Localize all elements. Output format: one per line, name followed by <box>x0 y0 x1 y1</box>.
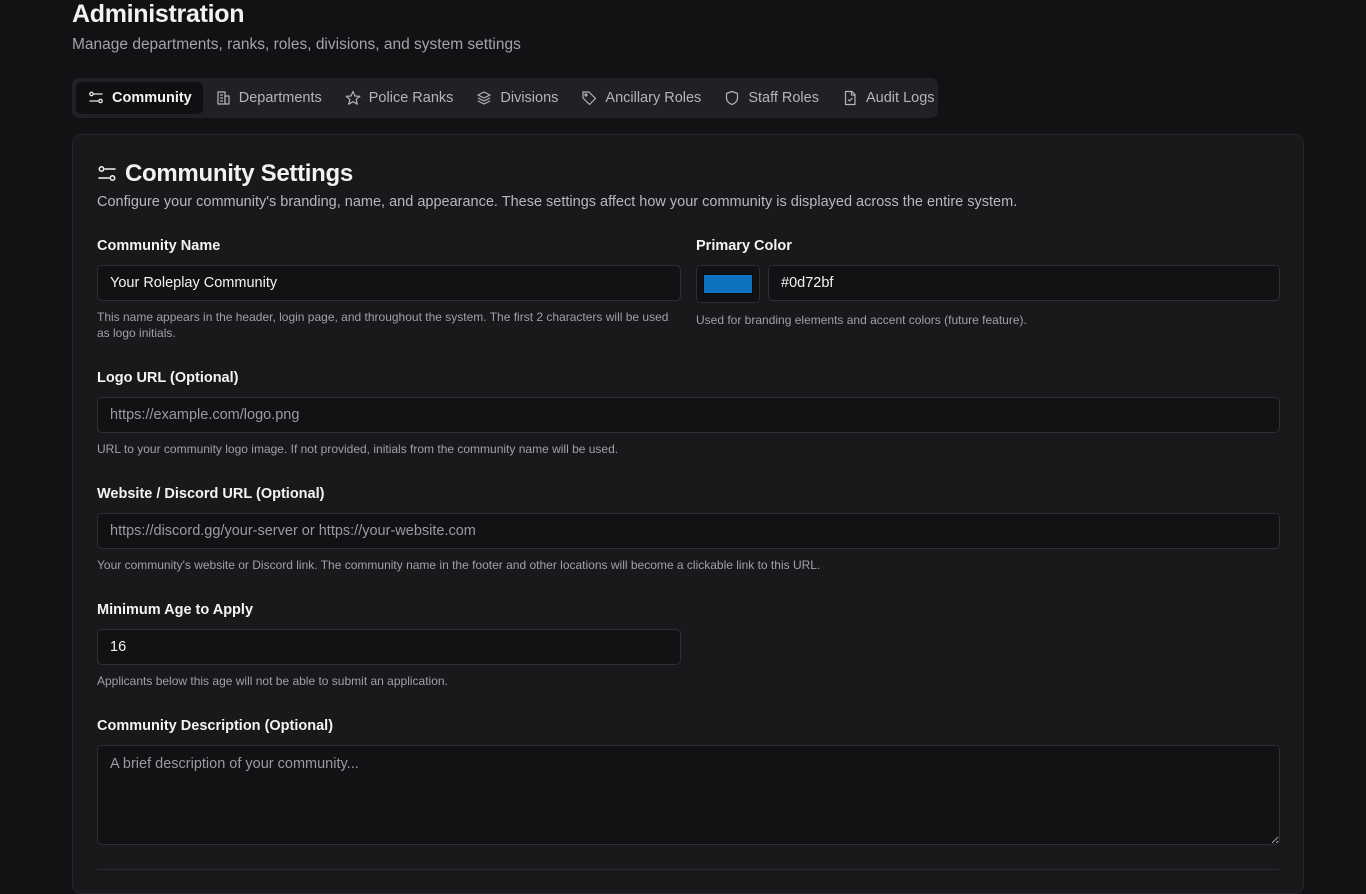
tab-label: Audit Logs <box>865 90 935 106</box>
tab-community[interactable]: Community <box>76 82 203 114</box>
star-icon <box>345 90 361 105</box>
website-url-group: Website / Discord URL (Optional) Your co… <box>97 486 1280 573</box>
card-header: Community Settings <box>97 160 1279 188</box>
community-name-help: This name appears in the header, login p… <box>97 310 669 340</box>
primary-color-help: Used for branding elements and accent co… <box>696 313 1027 327</box>
card-description: Configure your community's branding, nam… <box>97 194 1018 210</box>
page-subtitle: Manage departments, ranks, roles, divisi… <box>72 36 521 53</box>
description-group: Community Description (Optional) <box>97 718 1280 845</box>
website-url-label: Website / Discord URL (Optional) <box>97 486 325 502</box>
website-url-input[interactable] <box>97 513 1280 549</box>
shield-icon <box>726 90 739 106</box>
color-picker[interactable] <box>696 265 760 303</box>
logo-url-input[interactable] <box>97 397 1280 433</box>
min-age-label: Minimum Age to Apply <box>97 602 254 618</box>
tab-divisions[interactable]: Divisions <box>464 82 569 114</box>
section-divider <box>97 869 1279 870</box>
community-name-label: Community Name <box>97 238 221 254</box>
logo-url-group: Logo URL (Optional) URL to your communit… <box>97 370 1280 457</box>
color-swatch-chip <box>703 274 753 294</box>
tab-label: Ancillary Roles <box>605 90 702 106</box>
tab-ancillary-roles[interactable]: Ancillary Roles <box>569 82 712 114</box>
logo-url-help: URL to your community logo image. If not… <box>97 442 619 456</box>
website-url-help: Your community's website or Discord link… <box>97 558 821 572</box>
sliders-icon <box>98 166 116 181</box>
page-title: Administration <box>72 0 245 28</box>
layers-icon <box>477 91 491 105</box>
tab-label: Police Ranks <box>368 90 454 106</box>
primary-color-input[interactable] <box>768 265 1280 301</box>
min-age-input[interactable] <box>97 629 681 665</box>
community-name-input[interactable] <box>97 265 681 301</box>
tab-police-ranks[interactable]: Police Ranks <box>333 82 465 114</box>
card-title: Community Settings <box>125 160 353 187</box>
description-textarea[interactable] <box>97 745 1280 845</box>
primary-color-group: Primary Color Used for branding elements… <box>696 238 1280 328</box>
admin-page: Administration Manage departments, ranks… <box>72 0 1304 894</box>
logo-url-label: Logo URL (Optional) <box>97 370 239 386</box>
sliders-icon <box>89 91 103 104</box>
tag-icon <box>582 91 597 106</box>
tab-departments[interactable]: Departments <box>203 82 333 114</box>
primary-color-label: Primary Color <box>696 238 792 254</box>
tab-audit-logs[interactable]: Audit Logs <box>830 82 946 114</box>
min-age-group: Minimum Age to Apply Applicants below th… <box>97 602 681 689</box>
tab-label: Departments <box>238 90 322 106</box>
file-check-icon <box>844 90 856 106</box>
description-label: Community Description (Optional) <box>97 718 334 734</box>
community-settings-card: Community Settings Configure your commun… <box>72 134 1304 894</box>
tab-label: Staff Roles <box>748 90 819 106</box>
community-name-group: Community Name This name appears in the … <box>97 238 681 341</box>
admin-tabs: Community Departments Police Ranks Divis… <box>72 78 938 118</box>
min-age-help: Applicants below this age will not be ab… <box>97 674 448 688</box>
building-icon <box>217 91 230 105</box>
tab-staff-roles[interactable]: Staff Roles <box>712 82 830 114</box>
tab-label: Community <box>112 90 192 106</box>
tab-label: Divisions <box>500 90 559 106</box>
